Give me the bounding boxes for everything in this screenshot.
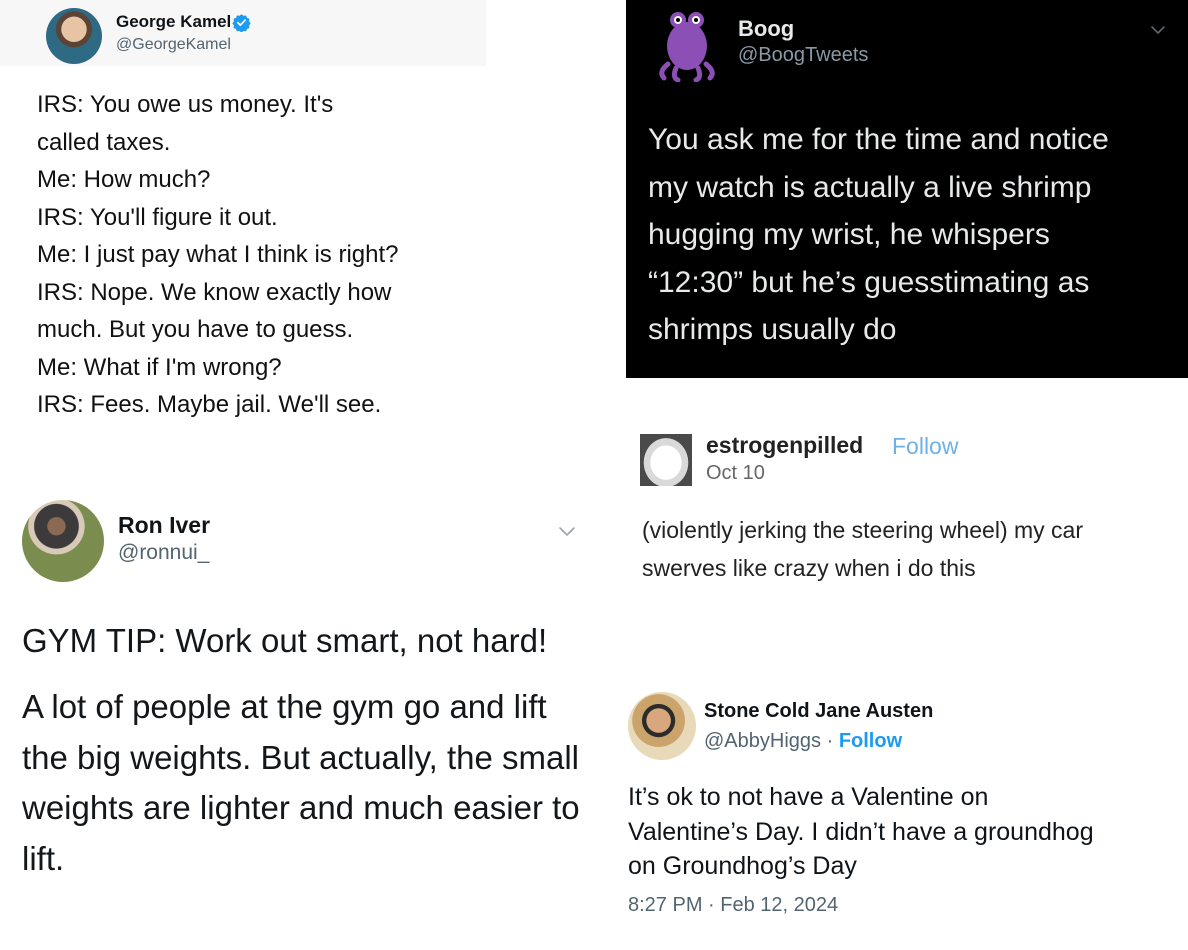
author-handle[interactable]: @AbbyHiggs bbox=[704, 730, 821, 752]
tweet-line: on Groundhog’s Day bbox=[628, 852, 857, 880]
chevron-down-icon[interactable] bbox=[556, 520, 578, 542]
author-name[interactable]: estrogenpilled bbox=[706, 432, 863, 459]
tweet-line: Me: How much? bbox=[37, 166, 211, 193]
tweet-line: A lot of people at the gym go and lift bbox=[22, 688, 547, 725]
post-text: (violently jerking the steering wheel) m… bbox=[642, 512, 1182, 587]
author-handle[interactable]: @ronnui_ bbox=[118, 541, 209, 565]
tweet-text: IRS: You owe us money. It's called taxes… bbox=[37, 86, 477, 424]
tweet-text: A lot of people at the gym go and lift t… bbox=[22, 682, 592, 884]
avatar[interactable] bbox=[628, 692, 696, 760]
tweet-line: Me: I just pay what I think is right? bbox=[37, 241, 399, 268]
author-handle[interactable]: @GeorgeKamel bbox=[116, 36, 231, 54]
author-handle-row: @AbbyHiggs · Follow bbox=[704, 730, 902, 753]
tweet-george-kamel: George Kamel @GeorgeKamel IRS: You owe u… bbox=[0, 0, 486, 470]
avatar[interactable] bbox=[654, 6, 720, 82]
author-name[interactable]: George Kamel bbox=[116, 12, 231, 32]
post-date: Oct 10 bbox=[706, 462, 765, 484]
chevron-down-icon[interactable] bbox=[1148, 20, 1168, 40]
author-name[interactable]: Stone Cold Jane Austen bbox=[704, 700, 933, 723]
tweet-text: It’s ok to not have a Valentine on Valen… bbox=[628, 780, 1184, 884]
post-line: swerves like crazy when i do this bbox=[642, 554, 976, 581]
tweet-line: much. But you have to guess. bbox=[37, 316, 354, 343]
tweet-text: You ask me for the time and notice my wa… bbox=[648, 116, 1168, 354]
tweet-line: the big weights. But actually, the small bbox=[22, 738, 580, 776]
tweet-line: weights are lighter and much easier to bbox=[22, 789, 580, 826]
tweet-jane-austen: Stone Cold Jane Austen @AbbyHiggs · Foll… bbox=[600, 672, 1188, 950]
tweet-ron-iver: Ron Iver @ronnui_ GYM TIP: Work out smar… bbox=[0, 488, 600, 950]
tweet-line: “12:30” but he’s guesstimating as bbox=[648, 265, 1090, 299]
post-estrogenpilled: estrogenpilled Follow Oct 10 (violently … bbox=[626, 400, 1188, 650]
tweet-line: It’s ok to not have a Valentine on bbox=[628, 783, 989, 811]
tweet-timestamp[interactable]: 8:27 PM · Feb 12, 2024 bbox=[628, 894, 838, 917]
tweet-line: IRS: Fees. Maybe jail. We'll see. bbox=[37, 391, 382, 418]
tweet-line: IRS: You'll figure it out. bbox=[37, 203, 278, 231]
verified-badge-icon bbox=[232, 14, 251, 32]
tweet-line: Me: What if I'm wrong? bbox=[37, 353, 282, 381]
tweet-line: hugging my wrist, he whispers bbox=[648, 218, 1050, 251]
follow-button[interactable]: Follow bbox=[892, 433, 958, 460]
tweet-headline: GYM TIP: Work out smart, not hard! bbox=[22, 622, 548, 659]
tweet-line: called taxes. bbox=[37, 128, 171, 156]
tweet-boog: Boog @BoogTweets You ask me for the time… bbox=[626, 0, 1188, 378]
tweet-line: lift. bbox=[22, 839, 65, 877]
avatar[interactable] bbox=[640, 434, 692, 486]
tweet-line: Valentine’s Day. I didn’t have a groundh… bbox=[628, 817, 1094, 846]
tweet-line: You ask me for the time and notice bbox=[648, 123, 1109, 156]
author-name[interactable]: Boog bbox=[738, 16, 794, 42]
author-handle[interactable]: @BoogTweets bbox=[738, 44, 868, 67]
avatar[interactable] bbox=[22, 500, 104, 582]
author-name[interactable]: Ron Iver bbox=[118, 512, 210, 539]
tweet-line: shrimps usually do bbox=[648, 313, 897, 346]
tweet-line: my watch is actually a live shrimp bbox=[648, 170, 1092, 204]
tweet-line: IRS: Nope. We know exactly how bbox=[37, 278, 392, 306]
tweet-line: IRS: You owe us money. It's bbox=[37, 91, 334, 118]
follow-button[interactable]: Follow bbox=[839, 730, 902, 752]
separator-dot: · bbox=[821, 730, 839, 752]
post-line: (violently jerking the steering wheel) m… bbox=[642, 517, 1084, 543]
avatar[interactable] bbox=[46, 8, 102, 64]
